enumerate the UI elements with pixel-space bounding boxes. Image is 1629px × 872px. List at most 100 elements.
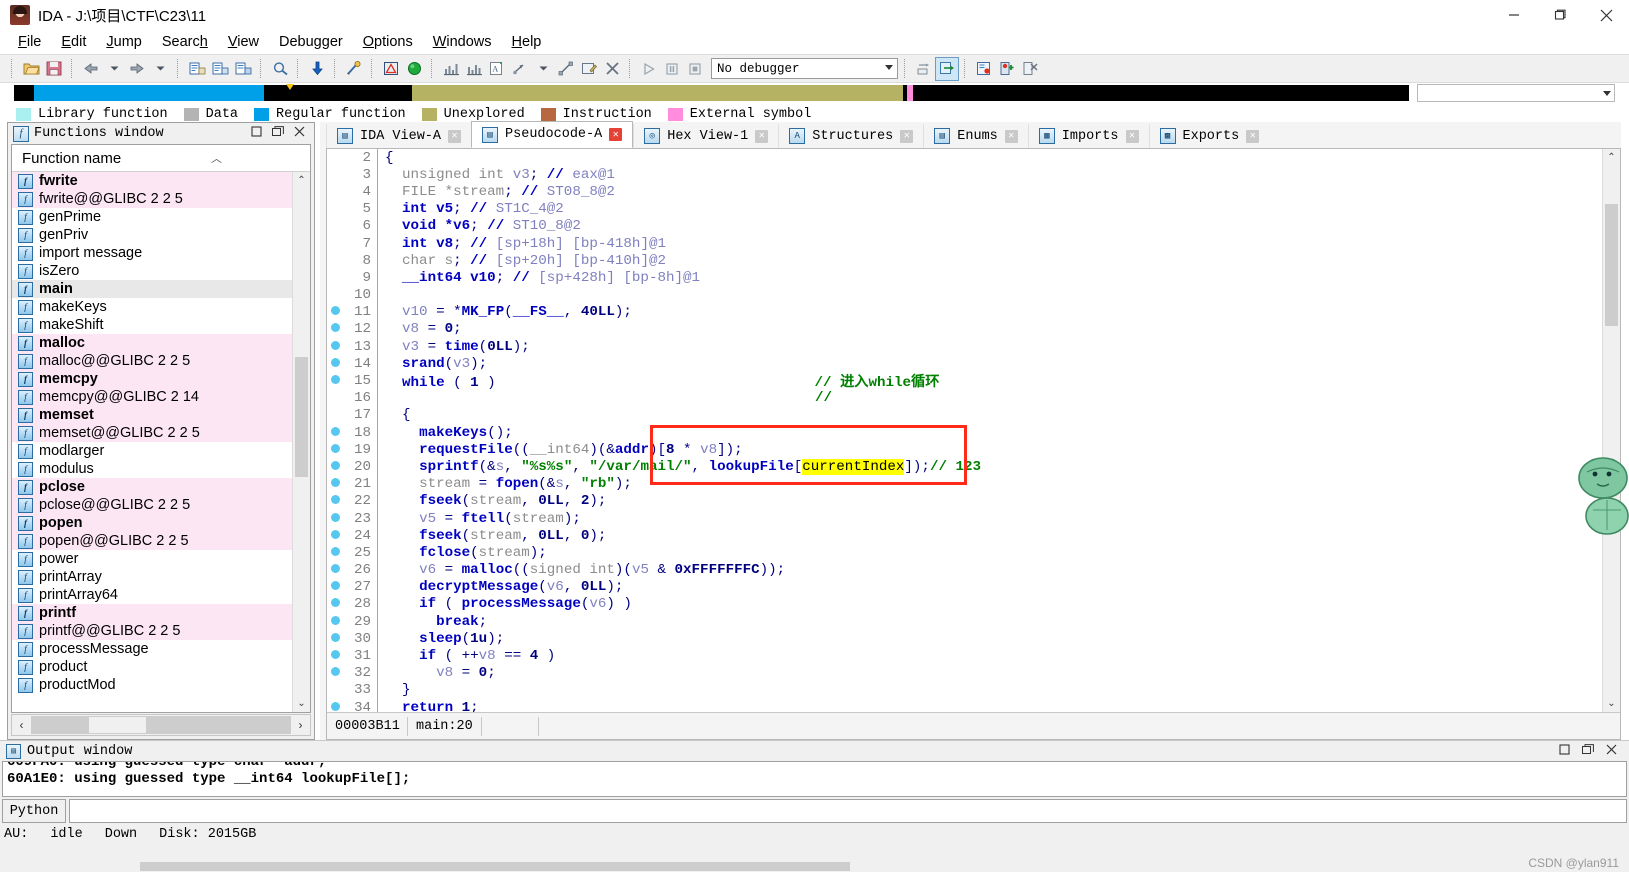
breakpoint-marker-icon[interactable] bbox=[327, 442, 343, 458]
tab-structures[interactable]: A Structures ✕ bbox=[778, 124, 924, 148]
function-list-item[interactable]: f modlarger bbox=[12, 442, 293, 460]
jump-to-segment-icon[interactable] bbox=[232, 58, 254, 80]
functions-horizontal-scrollbar[interactable]: ‹ › bbox=[11, 714, 311, 736]
menu-file[interactable]: File bbox=[8, 32, 51, 52]
breakpoint-marker-icon[interactable] bbox=[327, 356, 343, 372]
jump-to-function-icon[interactable] bbox=[209, 58, 231, 80]
breakpoint-marker-icon[interactable] bbox=[327, 459, 343, 475]
code-line[interactable]: 34 return 1; bbox=[327, 699, 1603, 712]
flowchart-icon[interactable] bbox=[555, 58, 577, 80]
scroll-right-icon[interactable]: › bbox=[291, 718, 310, 732]
hscroll-thumb[interactable] bbox=[88, 716, 148, 734]
back-arrow-icon[interactable] bbox=[80, 58, 102, 80]
code-line[interactable]: 32 v8 = 0; bbox=[327, 664, 1603, 682]
function-list-item[interactable]: f memcpy bbox=[12, 370, 293, 388]
menu-debugger[interactable]: Debugger bbox=[269, 32, 353, 52]
functions-list[interactable]: f fwrite f fwrite@@GLIBC 2 2 5 f genPrime f gen… bbox=[12, 172, 293, 712]
breakpoint-marker-icon[interactable] bbox=[327, 579, 343, 595]
code-line[interactable]: 19 requestFile((__int64)(&addr)[8 * v8])… bbox=[327, 441, 1603, 459]
function-list-item[interactable]: f popen bbox=[12, 514, 293, 532]
menu-windows[interactable]: Windows bbox=[423, 32, 502, 52]
restore-icon[interactable] bbox=[1559, 743, 1570, 759]
function-list-item[interactable]: f power bbox=[12, 550, 293, 568]
function-list-item[interactable]: f isZero bbox=[12, 262, 293, 280]
breakpoint-marker-icon[interactable] bbox=[327, 304, 343, 320]
pseudocode-lines[interactable]: 2{3 unsigned int v3; // eax@1 4 FILE *str… bbox=[327, 149, 1603, 712]
tab-hex-view-1[interactable]: ◎ Hex View-1 ✕ bbox=[633, 124, 779, 148]
function-list-item[interactable]: f product bbox=[12, 658, 293, 676]
code-line[interactable]: 11 v10 = *MK_FP(__FS__, 40LL); bbox=[327, 303, 1603, 321]
tab-ida-view-a[interactable]: ▤ IDA View-A ✕ bbox=[326, 124, 472, 148]
scrollbar-thumb[interactable] bbox=[295, 357, 308, 477]
menu-search[interactable]: Search bbox=[152, 32, 218, 52]
clear-breakpoints-icon[interactable] bbox=[1019, 58, 1041, 80]
forward-arrow-icon[interactable] bbox=[126, 58, 148, 80]
tab-close-icon[interactable]: ✕ bbox=[900, 129, 914, 143]
function-list-item[interactable]: f memset bbox=[12, 406, 293, 424]
breakpoint-marker-icon[interactable] bbox=[327, 665, 343, 681]
text-view-icon[interactable]: A bbox=[486, 58, 508, 80]
breakpoint-marker-icon[interactable] bbox=[327, 425, 343, 441]
hscroll-track[interactable] bbox=[31, 716, 291, 734]
code-line[interactable]: 26 v6 = malloc((signed int)(v5 & 0xFFFFF… bbox=[327, 561, 1603, 579]
xrefs-dropdown-icon[interactable] bbox=[532, 58, 554, 80]
code-line[interactable]: 13 v3 = time(0LL); bbox=[327, 338, 1603, 356]
delete-icon[interactable] bbox=[601, 58, 623, 80]
tab-close-icon[interactable]: ✕ bbox=[448, 129, 462, 143]
edit-function-icon[interactable] bbox=[578, 58, 600, 80]
close-icon[interactable] bbox=[1606, 744, 1617, 759]
code-line[interactable]: 16 // bbox=[327, 389, 1603, 407]
dock-icon[interactable] bbox=[272, 126, 284, 141]
code-line[interactable]: 21 stream = fopen(&s, "rb"); bbox=[327, 475, 1603, 493]
code-line[interactable]: 23 v5 = ftell(stream); bbox=[327, 509, 1603, 528]
function-list-item[interactable]: f fwrite@@GLIBC 2 2 5 bbox=[12, 190, 293, 208]
menu-help[interactable]: Help bbox=[502, 32, 552, 52]
debugger-select[interactable]: No debugger bbox=[711, 58, 898, 79]
hscroll-thumb[interactable] bbox=[140, 862, 850, 871]
tab-imports[interactable]: ▦ Imports ✕ bbox=[1027, 124, 1149, 148]
function-list-item[interactable]: f printArray64 bbox=[12, 586, 293, 604]
tab-close-icon[interactable]: ✕ bbox=[1246, 129, 1260, 143]
scroll-left-icon[interactable]: ‹ bbox=[12, 718, 31, 732]
tab-exports[interactable]: ▩ Exports ✕ bbox=[1148, 124, 1270, 148]
navband-dropdown[interactable] bbox=[1417, 84, 1615, 102]
code-line[interactable]: 28 if ( processMessage(v6) ) bbox=[327, 595, 1603, 614]
function-list-item[interactable]: f fwrite bbox=[12, 172, 293, 190]
xrefs-icon[interactable] bbox=[509, 58, 531, 80]
restore-icon[interactable] bbox=[251, 126, 262, 141]
code-line[interactable]: 27 decryptMessage(v6, 0LL); bbox=[327, 578, 1603, 596]
search-next-icon[interactable] bbox=[269, 58, 291, 80]
menu-edit[interactable]: Edit bbox=[51, 32, 96, 52]
back-dropdown-icon[interactable] bbox=[103, 58, 125, 80]
tab-enums[interactable]: ▤ Enums ✕ bbox=[923, 124, 1028, 148]
code-line[interactable]: 33 } bbox=[327, 681, 1603, 699]
code-line[interactable]: 5 int v5; // ST1C_4@2 bbox=[327, 200, 1603, 218]
add-breakpoint-icon[interactable] bbox=[996, 58, 1018, 80]
code-line[interactable]: 18 makeKeys(); bbox=[327, 424, 1603, 442]
cli-language-button[interactable]: Python bbox=[2, 799, 66, 823]
function-list-item[interactable]: f printf@@GLIBC 2 2 5 bbox=[12, 622, 293, 640]
tab-close-icon[interactable]: ✕ bbox=[1004, 129, 1018, 143]
code-line[interactable]: 14 srand(v3); bbox=[327, 355, 1603, 373]
close-button[interactable] bbox=[1583, 0, 1629, 30]
save-icon[interactable] bbox=[43, 58, 65, 80]
breakpoint-marker-icon[interactable] bbox=[327, 493, 343, 509]
close-icon[interactable] bbox=[294, 126, 305, 141]
code-line[interactable]: 8 char s; // [sp+20h] [bp-410h]@2 bbox=[327, 252, 1603, 270]
function-list-item[interactable]: f memset@@GLIBC 2 2 5 bbox=[12, 424, 293, 442]
function-list-item[interactable]: f pclose bbox=[12, 478, 293, 496]
breakpoint-marker-icon[interactable] bbox=[327, 373, 343, 389]
code-line[interactable]: 25 fclose(stream); bbox=[327, 544, 1603, 562]
breakpoint-marker-icon[interactable] bbox=[327, 700, 343, 712]
menu-jump[interactable]: Jump bbox=[96, 32, 151, 52]
function-list-item[interactable]: f printf bbox=[12, 604, 293, 622]
functions-column-header[interactable]: Function name ︿ bbox=[12, 145, 310, 172]
function-list-item[interactable]: f import message bbox=[12, 244, 293, 262]
stop-icon[interactable] bbox=[684, 58, 706, 80]
step-over-icon[interactable] bbox=[935, 56, 959, 81]
function-list-item[interactable]: f makeShift bbox=[12, 316, 293, 334]
menu-options[interactable]: Options bbox=[353, 32, 423, 52]
code-line[interactable]: 3 unsigned int v3; // eax@1 bbox=[327, 166, 1603, 184]
function-list-item[interactable]: f productMod bbox=[12, 676, 293, 694]
function-list-item[interactable]: f popen@@GLIBC 2 2 5 bbox=[12, 532, 293, 550]
